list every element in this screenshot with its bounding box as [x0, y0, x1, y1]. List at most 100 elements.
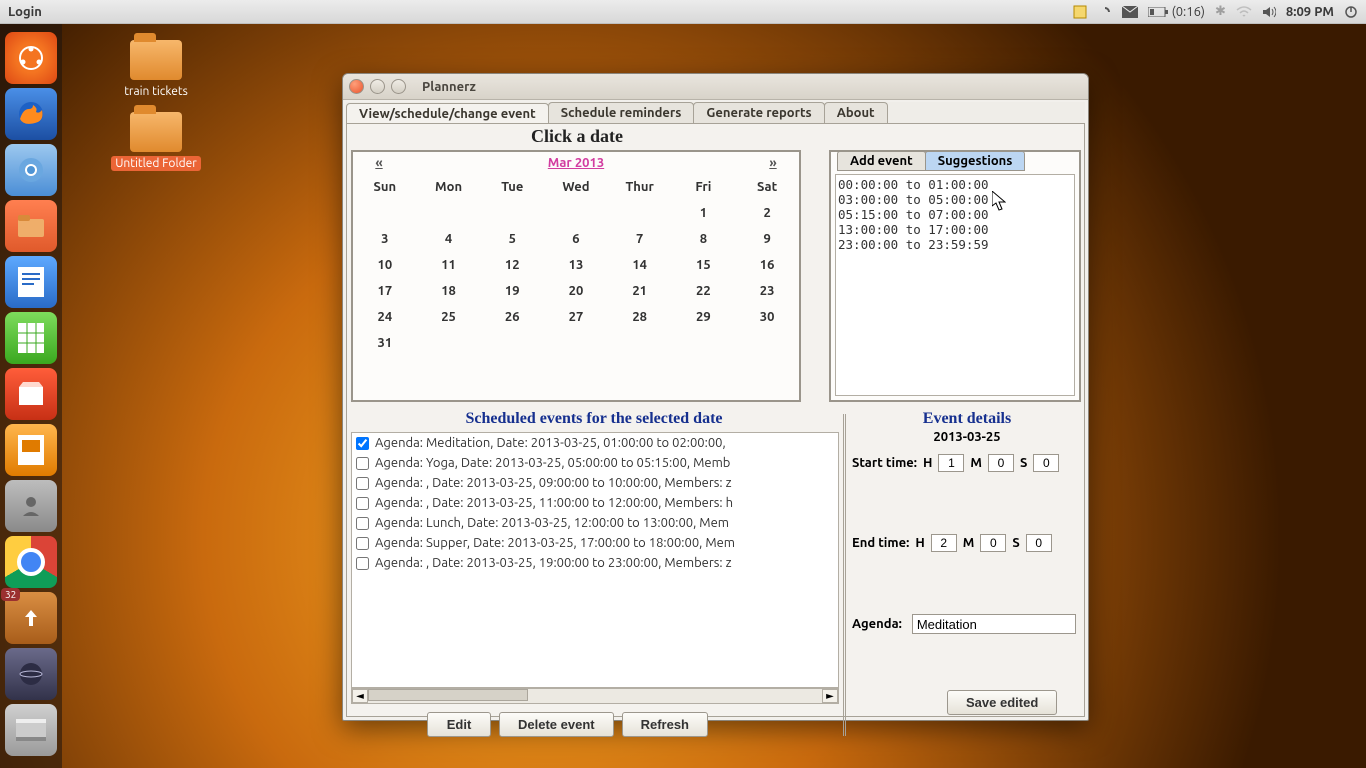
calendar-day[interactable]	[608, 200, 672, 226]
calendar-month-link[interactable]: Mar 2013	[389, 156, 763, 170]
calendar-day[interactable]	[480, 330, 544, 356]
event-checkbox[interactable]	[356, 517, 369, 530]
calendar-day[interactable]: 22	[672, 278, 736, 304]
clock-indicator[interactable]: 8:09 PM	[1286, 5, 1334, 19]
calendar-day[interactable]: 24	[353, 304, 417, 330]
calendar-next-button[interactable]: »	[763, 156, 783, 170]
bluetooth-indicator-icon[interactable]: ✱	[1215, 4, 1226, 19]
tab-about[interactable]: About	[824, 102, 888, 123]
calendar-day[interactable]: 12	[480, 252, 544, 278]
start-second-input[interactable]	[1033, 454, 1059, 472]
calendar-day[interactable]: 23	[735, 278, 799, 304]
horizontal-scrollbar[interactable]: ◄ ►	[351, 688, 839, 704]
calendar-day[interactable]: 11	[417, 252, 481, 278]
calendar-day[interactable]: 31	[353, 330, 417, 356]
event-checkbox[interactable]	[356, 537, 369, 550]
calendar-day[interactable]: 2	[735, 200, 799, 226]
event-checkbox[interactable]	[356, 497, 369, 510]
session-indicator-icon[interactable]	[1344, 5, 1358, 19]
scheduled-events-list[interactable]: Agenda: Meditation, Date: 2013-03-25, 01…	[351, 432, 839, 688]
event-checkbox[interactable]	[356, 457, 369, 470]
software-updater-icon[interactable]: 32	[5, 592, 57, 644]
suggestion-item[interactable]: 03:00:00 to 05:00:00	[838, 192, 1072, 207]
calendar-day[interactable]: 19	[480, 278, 544, 304]
calendar-day[interactable]: 7	[608, 226, 672, 252]
scroll-track[interactable]	[368, 689, 822, 703]
window-minimize-button[interactable]	[370, 79, 385, 94]
network-indicator-icon[interactable]	[1098, 5, 1112, 19]
desktop-folder-train-tickets[interactable]: train tickets	[106, 40, 206, 99]
libreoffice-impress-icon[interactable]	[5, 424, 57, 476]
firefox-icon[interactable]	[5, 88, 57, 140]
system-settings-icon[interactable]	[5, 480, 57, 532]
suggestions-list[interactable]: 00:00:00 to 01:00:00 03:00:00 to 05:00:0…	[835, 174, 1075, 396]
calendar-day[interactable]: 21	[608, 278, 672, 304]
tab-suggestions[interactable]: Suggestions	[925, 151, 1026, 171]
tab-schedule-reminders[interactable]: Schedule reminders	[548, 102, 695, 123]
calendar-day[interactable]: 20	[544, 278, 608, 304]
event-checkbox[interactable]	[356, 437, 369, 450]
calendar-day[interactable]	[672, 330, 736, 356]
desktop-folder-untitled[interactable]: Untitled Folder	[106, 112, 206, 171]
suggestion-item[interactable]: 23:00:00 to 23:59:59	[838, 237, 1072, 252]
calendar-day[interactable]: 25	[417, 304, 481, 330]
calendar-day[interactable]	[608, 330, 672, 356]
tab-view-schedule[interactable]: View/schedule/change event	[346, 103, 549, 124]
window-close-button[interactable]	[349, 79, 364, 94]
agenda-input[interactable]	[912, 614, 1076, 634]
tab-add-event[interactable]: Add event	[837, 151, 926, 171]
calendar-day[interactable]	[417, 200, 481, 226]
calendar-day[interactable]	[735, 330, 799, 356]
end-second-input[interactable]	[1026, 534, 1052, 552]
tab-generate-reports[interactable]: Generate reports	[693, 102, 824, 123]
calendar-day[interactable]: 30	[735, 304, 799, 330]
refresh-button[interactable]: Refresh	[622, 712, 708, 737]
calendar-day[interactable]: 14	[608, 252, 672, 278]
chrome-icon[interactable]	[5, 536, 57, 588]
calendar-day[interactable]	[353, 200, 417, 226]
libreoffice-writer-icon[interactable]	[5, 256, 57, 308]
calendar-day[interactable]	[544, 330, 608, 356]
start-hour-input[interactable]	[938, 454, 964, 472]
mail-indicator-icon[interactable]	[1122, 6, 1138, 18]
scroll-right-button[interactable]: ►	[822, 689, 838, 703]
window-titlebar[interactable]: Plannerz	[343, 74, 1088, 100]
battery-indicator[interactable]: (0:16)	[1148, 5, 1205, 19]
calendar-day[interactable]	[417, 330, 481, 356]
calendar-day[interactable]: 29	[672, 304, 736, 330]
calendar-prev-button[interactable]: «	[369, 156, 389, 170]
simple-scan-icon[interactable]	[5, 704, 57, 756]
calendar-day[interactable]: 1	[672, 200, 736, 226]
suggestion-item[interactable]: 05:15:00 to 07:00:00	[838, 207, 1072, 222]
dash-home-icon[interactable]	[5, 32, 57, 84]
calendar-day[interactable]: 3	[353, 226, 417, 252]
suggestion-item[interactable]: 13:00:00 to 17:00:00	[838, 222, 1072, 237]
calendar-day[interactable]: 10	[353, 252, 417, 278]
end-minute-input[interactable]	[980, 534, 1006, 552]
start-minute-input[interactable]	[988, 454, 1014, 472]
calendar-day[interactable]: 28	[608, 304, 672, 330]
calendar-day[interactable]: 16	[735, 252, 799, 278]
end-hour-input[interactable]	[931, 534, 957, 552]
calendar-day[interactable]: 27	[544, 304, 608, 330]
calendar-day[interactable]: 4	[417, 226, 481, 252]
scroll-left-button[interactable]: ◄	[352, 689, 368, 703]
calendar-day[interactable]: 13	[544, 252, 608, 278]
window-maximize-button[interactable]	[391, 79, 406, 94]
scroll-thumb[interactable]	[368, 689, 528, 701]
delete-event-button[interactable]: Delete event	[499, 712, 614, 737]
calendar-day[interactable]: 6	[544, 226, 608, 252]
calendar-day[interactable]	[480, 200, 544, 226]
wifi-indicator-icon[interactable]	[1236, 6, 1252, 18]
software-center-icon[interactable]	[5, 368, 57, 420]
notes-indicator-icon[interactable]	[1072, 4, 1088, 20]
calendar-day[interactable]: 8	[672, 226, 736, 252]
calendar-day[interactable]	[544, 200, 608, 226]
calendar-day[interactable]: 9	[735, 226, 799, 252]
nautilus-icon[interactable]	[5, 200, 57, 252]
calendar-day[interactable]: 18	[417, 278, 481, 304]
calendar-day[interactable]: 5	[480, 226, 544, 252]
event-checkbox[interactable]	[356, 477, 369, 490]
event-checkbox[interactable]	[356, 557, 369, 570]
chromium-icon[interactable]	[5, 144, 57, 196]
